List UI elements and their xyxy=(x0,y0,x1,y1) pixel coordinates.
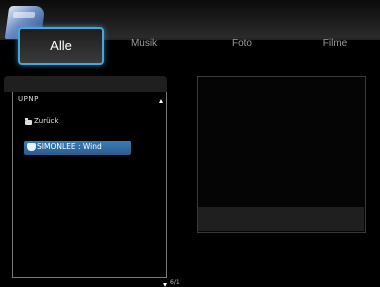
scroll-down-icon[interactable] xyxy=(163,283,167,287)
preview-info-bar xyxy=(198,207,364,231)
folder-icon xyxy=(25,118,32,125)
tab-musik[interactable]: Musik xyxy=(126,27,162,61)
tab-foto[interactable]: Foto xyxy=(227,27,257,61)
item-counter: 6/1 xyxy=(170,279,180,286)
list-item-back[interactable]: Zurück xyxy=(34,117,58,125)
panel-title: UPNP xyxy=(18,95,39,103)
browser-panel-header xyxy=(4,76,167,92)
tab-filme[interactable]: Filme xyxy=(318,27,352,61)
list-item-label: SIMONLEE : Wind xyxy=(37,142,102,151)
media-server-icon xyxy=(27,143,36,151)
tab-alle[interactable]: Alle xyxy=(18,27,104,65)
scroll-up-icon[interactable] xyxy=(159,99,163,103)
